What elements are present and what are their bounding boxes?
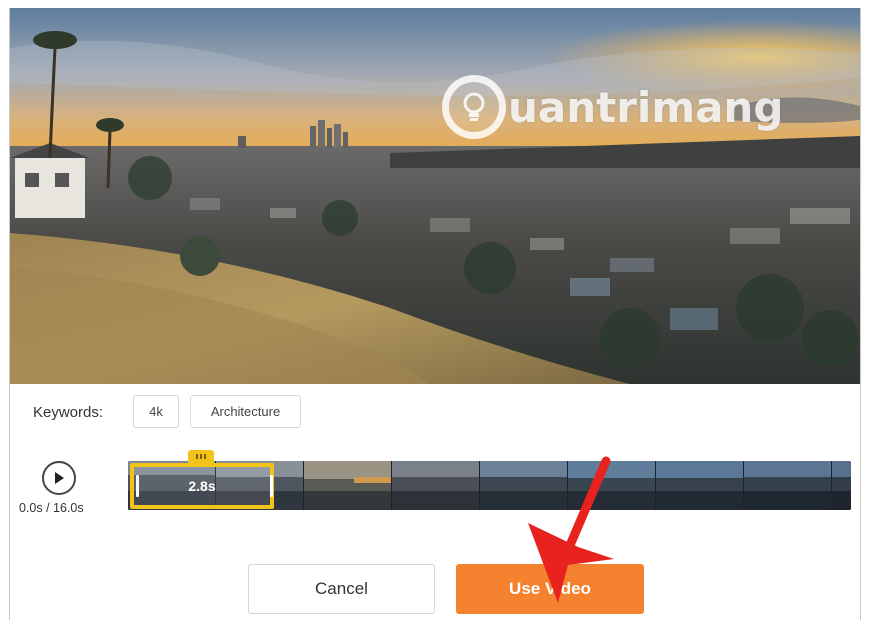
- filmstrip-frame: [656, 461, 744, 510]
- cancel-button[interactable]: Cancel: [248, 564, 435, 614]
- play-button[interactable]: [42, 461, 76, 495]
- time-readout: 0.0s / 16.0s: [19, 501, 84, 515]
- filmstrip-frame: [480, 461, 568, 510]
- video-picker-dialog: uantrimang Keywords: 4k Architecture: [9, 8, 861, 620]
- filmstrip-frame: [568, 461, 656, 510]
- watermark-text: uantrimang: [508, 82, 784, 132]
- selection-duration-label: 2.8s: [188, 478, 216, 494]
- keyword-chip-4k[interactable]: 4k: [133, 395, 179, 428]
- city-sunset-image: [10, 8, 860, 384]
- video-preview[interactable]: uantrimang: [10, 8, 860, 384]
- keywords-label: Keywords:: [33, 404, 104, 421]
- selection-drag-grip[interactable]: [188, 450, 214, 463]
- filmstrip-frame: [744, 461, 832, 510]
- keywords-row: Keywords: 4k Architecture: [10, 392, 860, 432]
- use-video-button[interactable]: Use Video: [456, 564, 644, 614]
- filmstrip-frame: [832, 461, 851, 510]
- filmstrip-frame: [304, 461, 392, 510]
- filmstrip-frame: [392, 461, 480, 510]
- keyword-chip-architecture[interactable]: Architecture: [190, 395, 301, 428]
- play-icon: [55, 472, 64, 484]
- lightbulb-icon: [442, 75, 506, 139]
- watermark: uantrimang: [442, 72, 783, 142]
